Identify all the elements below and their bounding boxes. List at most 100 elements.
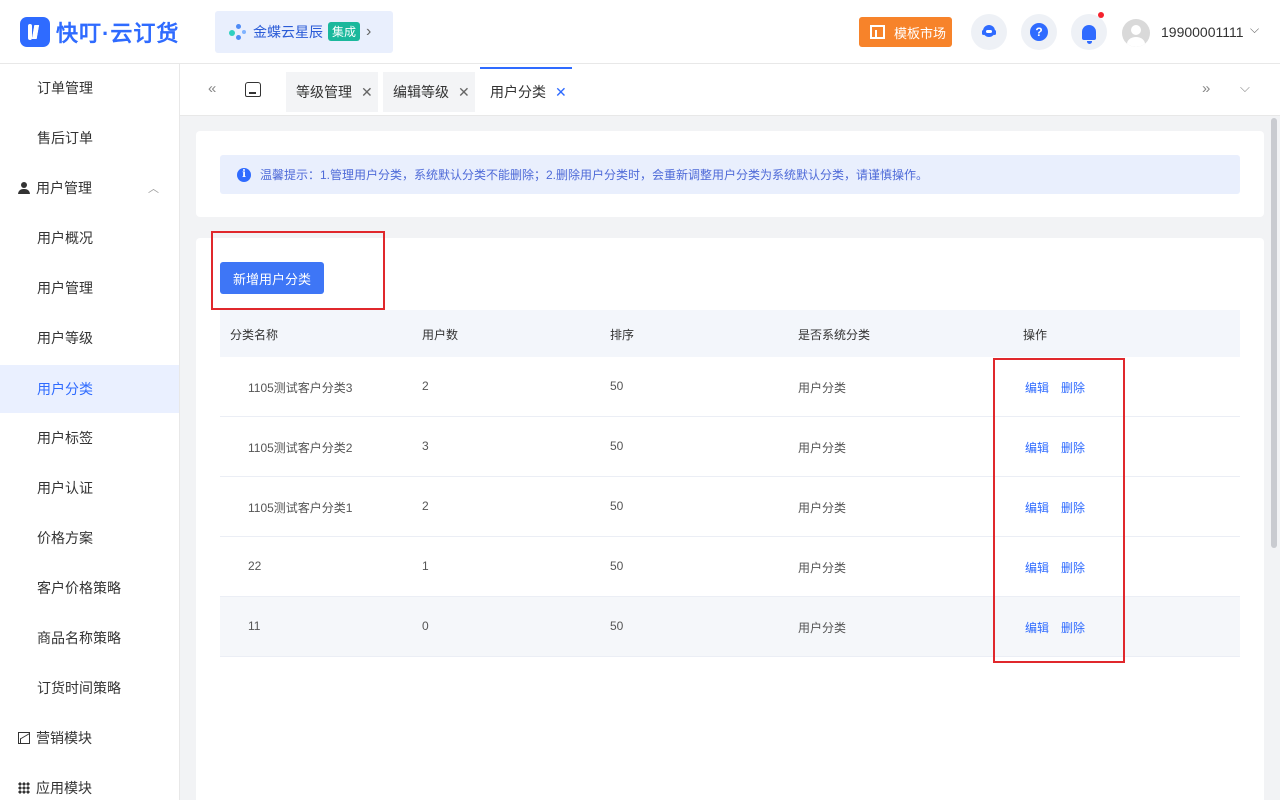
tabs-menu-chevron-icon[interactable]: ⌵ bbox=[1240, 80, 1250, 96]
tab-level-management[interactable]: 等级管理 ✕ bbox=[286, 72, 378, 112]
tip-banner: i 温馨提示：1.管理用户分类，系统默认分类不能删除；2.删除用户分类时，会重新… bbox=[220, 155, 1240, 194]
company-switcher[interactable]: 金蝶云星辰 集成 › bbox=[215, 10, 393, 53]
bell-icon bbox=[1082, 24, 1096, 44]
sidebar-group-apps[interactable]: 应用模块 bbox=[0, 765, 179, 800]
sidebar-item-label: 售后订单 bbox=[37, 130, 93, 146]
cell-name: 1105测试客户分类3 bbox=[248, 381, 353, 395]
info-icon: i bbox=[237, 167, 251, 182]
logo-text: 快叮·云订货 bbox=[56, 20, 180, 46]
sidebar-item-user-auth[interactable]: 用户认证 bbox=[0, 465, 179, 511]
integration-badge: 集成 bbox=[328, 22, 361, 41]
grid-icon bbox=[18, 782, 30, 794]
company-logo-icon bbox=[229, 22, 249, 42]
sidebar-item-user-category[interactable]: 用户分类 bbox=[0, 365, 179, 413]
support-button[interactable] bbox=[971, 14, 1007, 50]
sidebar-item-price-plan[interactable]: 价格方案 bbox=[0, 515, 179, 561]
template-icon bbox=[870, 25, 885, 39]
sidebar-item-user-manage[interactable]: 用户管理 bbox=[0, 265, 179, 311]
support-icon bbox=[982, 25, 996, 37]
tab-edit-level[interactable]: 编辑等级 ✕ bbox=[383, 72, 475, 112]
template-market-button[interactable]: 模板市场 bbox=[859, 17, 952, 47]
sidebar-item-label: 订货时间策略 bbox=[37, 680, 121, 696]
highlight-box-actions bbox=[993, 358, 1125, 663]
sidebar-item-label: 应用模块 bbox=[36, 780, 92, 796]
cell-name: 11 bbox=[248, 619, 261, 633]
cell-name: 1105测试客户分类1 bbox=[248, 501, 353, 515]
sidebar-item-label: 营销模块 bbox=[36, 730, 92, 746]
chart-icon bbox=[18, 732, 30, 744]
sidebar-item-label: 用户分类 bbox=[37, 381, 93, 397]
logo[interactable]: 快叮·云订货 bbox=[20, 16, 215, 48]
cell-system: 用户分类 bbox=[798, 441, 847, 455]
sidebar-item-label: 用户等级 bbox=[37, 330, 93, 346]
close-icon[interactable]: ✕ bbox=[361, 84, 373, 101]
username[interactable]: 19900001111 bbox=[1161, 24, 1244, 40]
scroll-left-icon[interactable]: « bbox=[208, 80, 216, 97]
scroll-right-icon[interactable]: » bbox=[1202, 80, 1210, 97]
sidebar-item-user-tags[interactable]: 用户标签 bbox=[0, 415, 179, 461]
sidebar-item-orders[interactable]: 订单管理 bbox=[0, 65, 179, 111]
cell-name: 22 bbox=[248, 559, 262, 573]
tab-label: 等级管理 bbox=[296, 84, 352, 100]
column-header-count: 用户数 bbox=[422, 328, 459, 342]
sidebar-group-marketing[interactable]: 营销模块 bbox=[0, 715, 179, 761]
close-icon[interactable]: ✕ bbox=[555, 84, 567, 101]
column-header-sort: 排序 bbox=[610, 328, 635, 342]
template-market-label: 模板市场 bbox=[894, 25, 947, 41]
sidebar-item-product-name-strategy[interactable]: 商品名称策略 bbox=[0, 615, 179, 661]
cell-count: 3 bbox=[422, 439, 429, 453]
sidebar-item-label: 用户认证 bbox=[37, 480, 93, 496]
cell-count: 0 bbox=[422, 619, 429, 633]
cell-system: 用户分类 bbox=[798, 501, 847, 515]
cell-count: 1 bbox=[422, 559, 429, 573]
column-header-name: 分类名称 bbox=[230, 328, 279, 342]
scrollbar[interactable] bbox=[1271, 118, 1277, 548]
person-icon bbox=[18, 182, 30, 194]
table-header: 分类名称 用户数 排序 是否系统分类 操作 bbox=[220, 310, 1240, 357]
help-icon: ? bbox=[1030, 23, 1048, 41]
sidebar-item-user-overview[interactable]: 用户概况 bbox=[0, 215, 179, 261]
sidebar-item-label: 用户管理 bbox=[36, 180, 92, 196]
cell-count: 2 bbox=[422, 379, 429, 393]
company-name: 金蝶云星辰 bbox=[253, 23, 323, 40]
notification-button[interactable] bbox=[1071, 12, 1107, 50]
cell-sort: 50 bbox=[610, 559, 624, 573]
sidebar-item-label: 商品名称策略 bbox=[37, 630, 121, 646]
home-icon[interactable] bbox=[245, 82, 261, 97]
chevron-right-icon: › bbox=[366, 22, 372, 40]
tab-label: 用户分类 bbox=[490, 84, 546, 100]
chevron-up-icon: ︿ bbox=[148, 183, 159, 195]
cell-sort: 50 bbox=[610, 619, 624, 633]
sidebar-item-user-level[interactable]: 用户等级 bbox=[0, 315, 179, 361]
cell-system: 用户分类 bbox=[798, 381, 847, 395]
sidebar-item-label: 价格方案 bbox=[37, 530, 93, 546]
tip-text: 温馨提示：1.管理用户分类，系统默认分类不能删除；2.删除用户分类时，会重新调整… bbox=[260, 168, 929, 182]
cell-system: 用户分类 bbox=[798, 561, 847, 575]
cell-system: 用户分类 bbox=[798, 621, 847, 635]
cell-sort: 50 bbox=[610, 439, 624, 453]
sidebar-item-label: 订单管理 bbox=[37, 80, 93, 96]
column-header-actions: 操作 bbox=[1023, 328, 1048, 342]
sidebar-item-after-sales[interactable]: 售后订单 bbox=[0, 115, 179, 161]
tab-user-category[interactable]: 用户分类 ✕ bbox=[480, 67, 572, 115]
sidebar-item-label: 客户价格策略 bbox=[37, 580, 121, 596]
sidebar-item-label: 用户概况 bbox=[37, 230, 93, 246]
tab-label: 编辑等级 bbox=[393, 84, 449, 100]
sidebar-item-customer-price-strategy[interactable]: 客户价格策略 bbox=[0, 565, 179, 611]
column-header-system: 是否系统分类 bbox=[798, 328, 871, 342]
chevron-down-icon[interactable]: ⌵ bbox=[1250, 22, 1259, 37]
logo-icon bbox=[20, 16, 50, 47]
cell-count: 2 bbox=[422, 499, 429, 513]
avatar[interactable] bbox=[1122, 19, 1150, 47]
cell-name: 1105测试客户分类2 bbox=[248, 441, 353, 455]
highlight-box-add bbox=[211, 231, 385, 310]
sidebar-group-user-management[interactable]: 用户管理 ︿ bbox=[0, 165, 179, 211]
sidebar-item-label: 用户标签 bbox=[37, 430, 93, 446]
help-button[interactable]: ? bbox=[1021, 14, 1057, 50]
close-icon[interactable]: ✕ bbox=[458, 84, 470, 101]
sidebar-item-label: 用户管理 bbox=[37, 280, 93, 296]
sidebar-item-order-time-strategy[interactable]: 订货时间策略 bbox=[0, 665, 179, 711]
sidebar: 订单管理 售后订单 用户管理 ︿ 用户概况 用户管理 用户等级 用户分类 用户标… bbox=[0, 64, 180, 800]
notification-dot bbox=[1098, 12, 1104, 18]
cell-sort: 50 bbox=[610, 379, 624, 393]
